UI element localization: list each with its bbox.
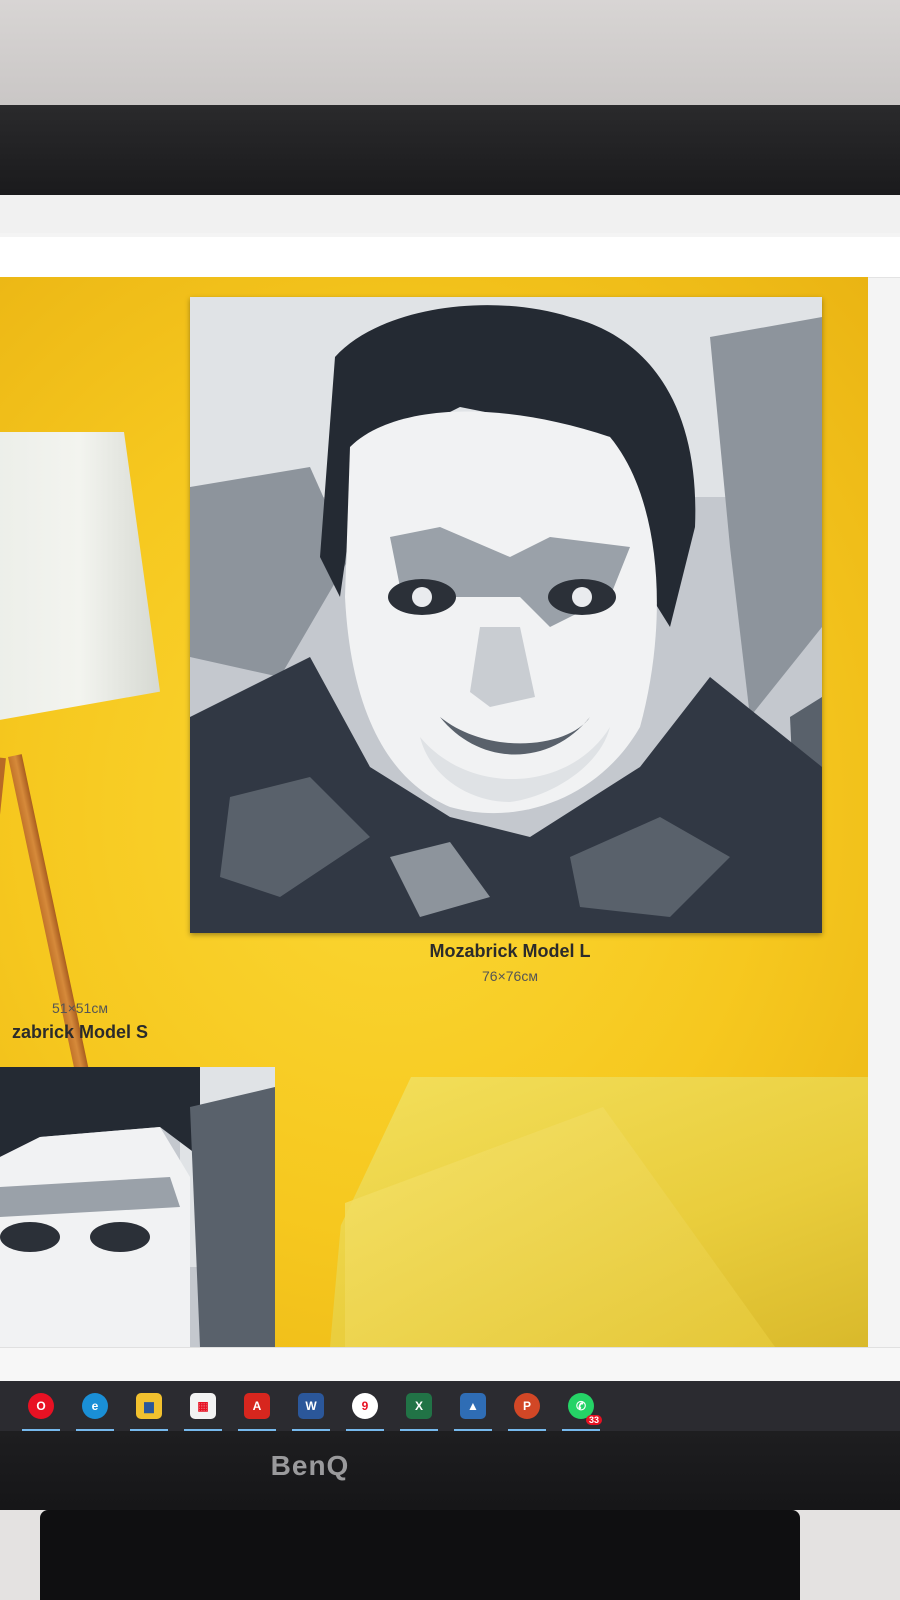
product-size-small: 51×51см [52,1000,108,1016]
screen: Mozabrick Model L 76×76см 51×51см zabric… [0,195,900,1405]
powerpoint-icon[interactable]: P [508,1393,546,1431]
opera-icon[interactable]: O [22,1393,60,1431]
product-banner: Mozabrick Model L 76×76см 51×51см zabric… [0,277,868,1347]
mosaic-portrait-small[interactable] [0,1067,275,1347]
notification-badge: 33 [585,1415,602,1425]
word-icon[interactable]: W [292,1393,330,1431]
product-caption-small: 51×51см zabrick Model S [0,1000,170,1043]
photos-icon[interactable]: ▲ [454,1393,492,1431]
lamp-shade [0,432,160,727]
microsoft-store-icon[interactable]: ▦ [184,1393,222,1431]
whatsapp-icon[interactable]: ✆ 33 [562,1393,602,1431]
product-size-large: 76×76см [482,968,538,984]
monitor-bezel-top [0,105,900,197]
edge-icon[interactable]: e [76,1393,114,1431]
product-title-large[interactable]: Mozabrick Model L [360,941,660,962]
monitor-brand-logo: BenQ [270,1450,350,1481]
browser-area [0,195,900,233]
file-explorer-icon[interactable]: ▆ [130,1393,168,1431]
portrait-image [190,297,822,933]
excel-icon[interactable]: X [400,1393,438,1431]
whatsapp-glyph: ✆ [575,1399,587,1413]
windows-taskbar: O e ▆ ▦ A W 9 X ▲ P ✆ 33 [0,1381,900,1431]
monitor-stand [40,1510,800,1600]
page-top-bar [0,237,900,278]
acrobat-icon[interactable]: A [238,1393,276,1431]
mosaic-portrait-large[interactable] [190,297,822,933]
product-title-small[interactable]: zabrick Model S [0,1022,170,1043]
portrait-image-small [0,1067,275,1347]
product-caption-large: Mozabrick Model L 76×76см [360,941,660,984]
app-9-icon[interactable]: 9 [346,1393,384,1431]
wall [0,0,900,110]
